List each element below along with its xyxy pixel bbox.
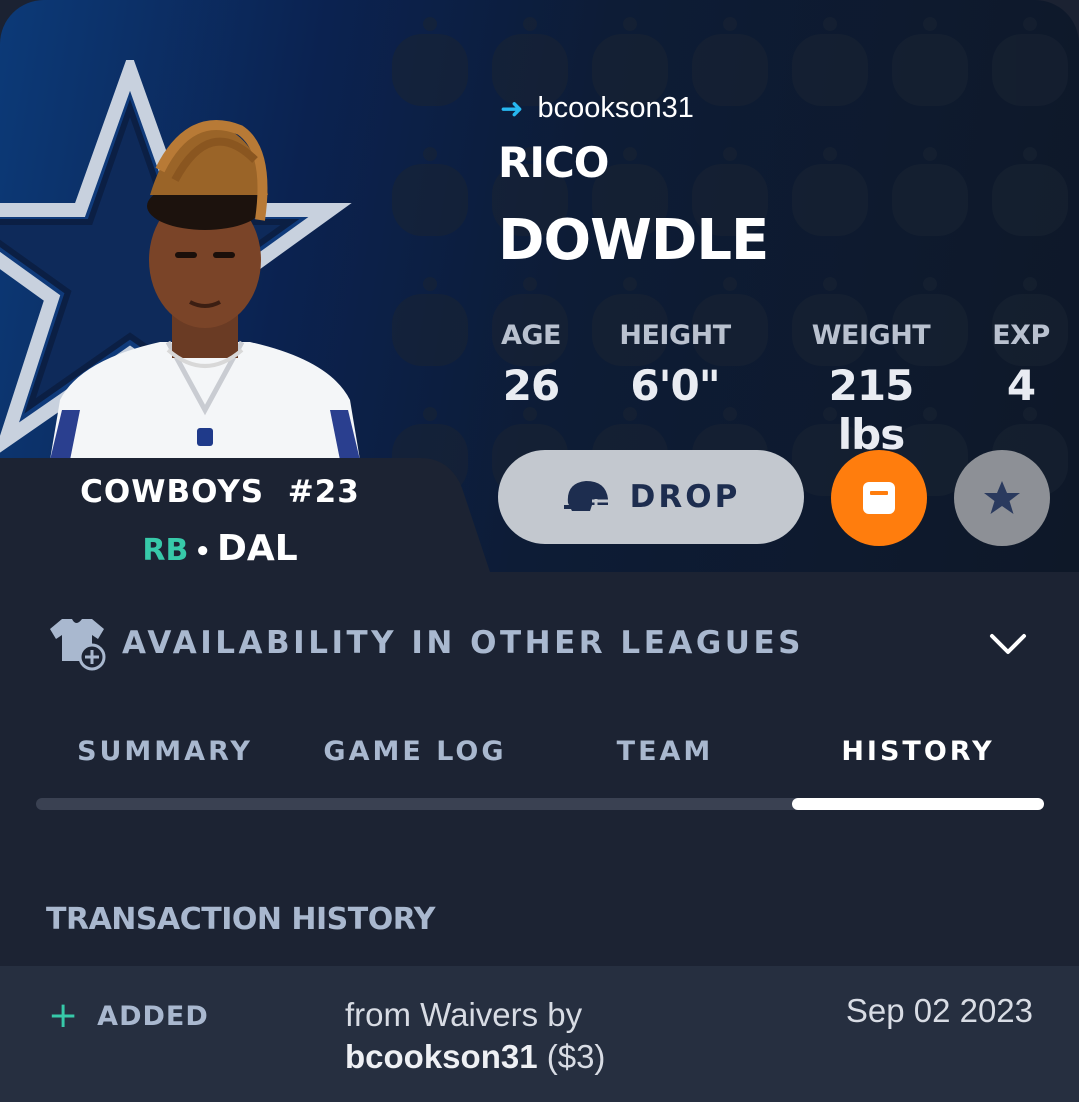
player-card: COWBOYS #23 RB • DAL ➜ bcookson31 RICO DOW… xyxy=(0,0,1079,1102)
stat-weight: WEIGHT 215 lbs xyxy=(790,320,952,459)
drop-button[interactable]: DROP xyxy=(498,450,804,544)
transaction-source: from Waivers by xyxy=(345,996,583,1033)
transaction-amount: ($3) xyxy=(546,1038,606,1075)
transaction-user-link[interactable]: bcookson31 xyxy=(345,1038,538,1075)
stat-height: HEIGHT 6'0" xyxy=(616,320,734,410)
watchlist-button[interactable] xyxy=(954,450,1050,546)
transaction-description: from Waivers by bcookson31 ($3) xyxy=(345,994,605,1078)
trade-block-button[interactable] xyxy=(831,450,927,546)
position-separator: • xyxy=(194,537,211,567)
stat-experience: EXP 4 xyxy=(990,320,1052,410)
stat-value: 26 xyxy=(502,361,560,410)
active-tab-indicator xyxy=(792,798,1044,810)
helmet-icon xyxy=(563,481,608,511)
jersey-number: #23 xyxy=(287,474,360,510)
tab-summary[interactable]: SUMMARY xyxy=(60,736,270,767)
transaction-date: Sep 02 2023 xyxy=(845,992,1033,1029)
player-headshot xyxy=(50,120,360,460)
team-name: COWBOYS xyxy=(80,474,265,510)
stat-label: HEIGHT xyxy=(619,320,731,351)
stat-value: 215 lbs xyxy=(828,361,915,459)
transaction-history-title: TRANSACTION HISTORY xyxy=(46,902,435,937)
team-number-label: COWBOYS #23 xyxy=(0,474,440,510)
stat-label: AGE xyxy=(500,320,562,351)
position-badge: RB xyxy=(142,533,189,568)
player-first-name: RICO xyxy=(498,138,609,187)
owner-name: bcookson31 xyxy=(537,92,694,124)
stat-label: EXP xyxy=(992,320,1050,351)
player-last-name: DOWDLE xyxy=(498,208,769,273)
arrow-right-icon: ➜ xyxy=(500,93,524,124)
team-abbreviation: DAL xyxy=(216,528,298,569)
tab-history[interactable]: HISTORY xyxy=(812,736,1024,767)
position-team-label: RB • DAL xyxy=(0,528,440,569)
tab-game-log[interactable]: GAME LOG xyxy=(310,736,520,767)
drop-label: DROP xyxy=(629,479,741,515)
trade-block-icon xyxy=(863,482,895,514)
transaction-type-label: ADDED xyxy=(97,1000,209,1032)
star-icon xyxy=(984,481,1020,514)
stat-value: 4 xyxy=(1006,361,1036,410)
transaction-type: + ADDED xyxy=(48,998,209,1034)
player-hero: COWBOYS #23 RB • DAL ➜ bcookson31 RICO DOW… xyxy=(0,0,1079,572)
stat-age: AGE 26 xyxy=(500,320,562,410)
jersey-plus-icon xyxy=(50,619,106,671)
chevron-down-icon[interactable] xyxy=(988,624,1028,664)
plus-icon: + xyxy=(48,995,80,1036)
availability-other-leagues[interactable]: AVAILABILITY IN OTHER LEAGUES xyxy=(48,612,1038,674)
stat-value: 6'0" xyxy=(630,361,720,410)
availability-label: AVAILABILITY IN OTHER LEAGUES xyxy=(122,625,804,661)
owner-link[interactable]: ➜ bcookson31 xyxy=(500,92,694,125)
tab-team[interactable]: TEAM xyxy=(560,736,770,767)
stat-label: WEIGHT xyxy=(811,320,931,351)
